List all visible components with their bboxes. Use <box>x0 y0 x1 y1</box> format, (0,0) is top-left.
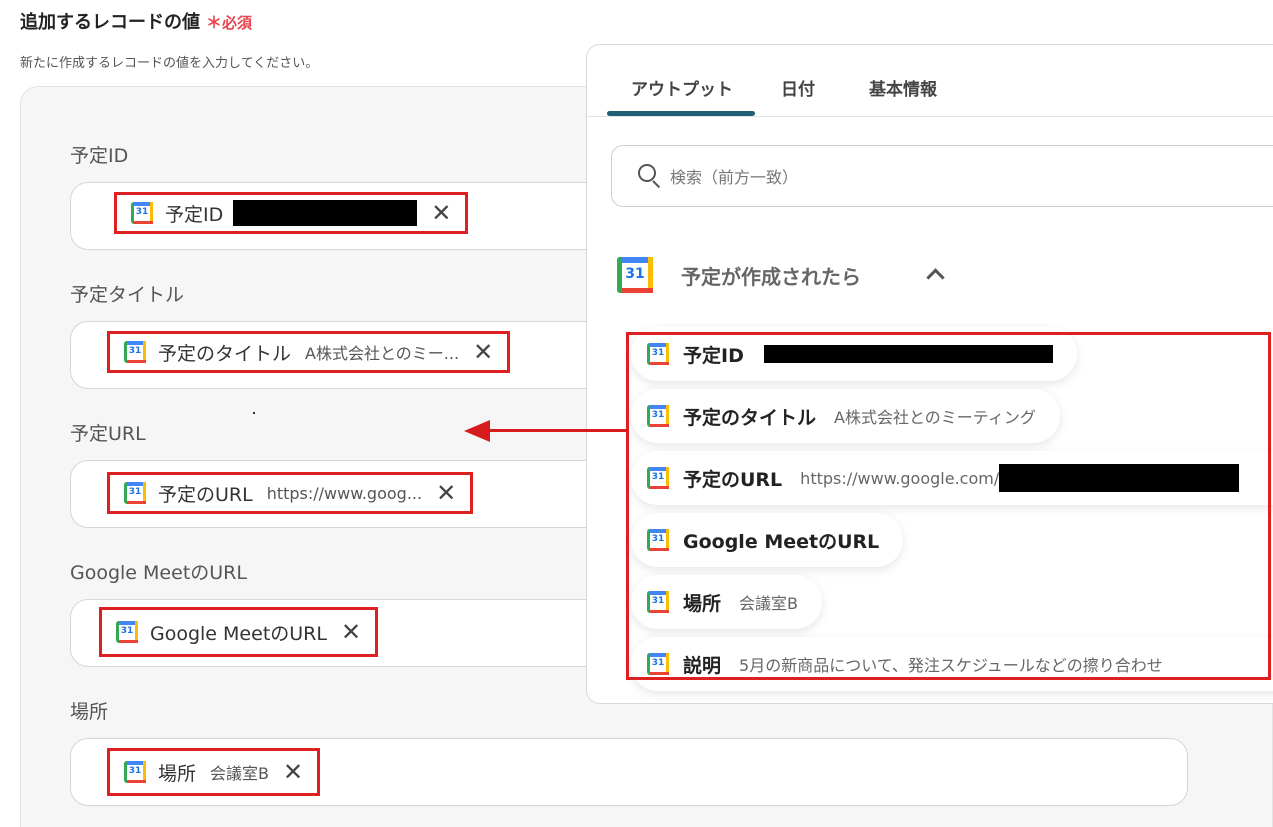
output-group-title: 予定が作成されたら <box>681 264 861 289</box>
stray-dot <box>253 412 255 414</box>
section-description: 新たに作成するレコードの値を入力してください。 <box>20 56 319 71</box>
field-label-event-id: 予定ID <box>70 145 129 167</box>
section-title: 追加するレコードの値 ＊必須 <box>20 8 252 34</box>
close-icon[interactable]: ✕ <box>436 481 456 505</box>
variable-chip-event-title[interactable]: 31 予定のタイトル A株式会社とのミー... ✕ <box>107 331 511 373</box>
field-label-meet-url: Google MeetのURL <box>70 562 247 584</box>
variable-chip-location[interactable]: 31 場所 会議室B ✕ <box>107 748 321 796</box>
field-label-location: 場所 <box>70 701 109 723</box>
chevron-up-icon[interactable] <box>926 268 945 287</box>
google-calendar-icon: 31 <box>617 257 653 293</box>
close-icon[interactable]: ✕ <box>431 201 451 225</box>
variable-chip-meet-url[interactable]: 31 Google MeetのURL ✕ <box>99 607 379 657</box>
section-title-text: 追加するレコードの値 <box>20 12 200 33</box>
redacted-value <box>233 200 418 226</box>
chip-label: 予定のURL <box>158 483 253 506</box>
chip-value: https://www.goog... <box>266 483 423 503</box>
tab-output[interactable]: アウトプット <box>631 75 733 100</box>
close-icon[interactable]: ✕ <box>283 760 303 784</box>
required-label: 必須 <box>222 14 253 32</box>
search-input[interactable]: 検索（前方一致） <box>611 145 1273 207</box>
google-calendar-icon: 31 <box>131 202 153 224</box>
field-label-event-url: 予定URL <box>70 423 146 445</box>
google-calendar-icon: 31 <box>116 621 138 643</box>
variable-chip-event-id[interactable]: 31 予定ID ✕ <box>114 192 469 234</box>
close-icon[interactable]: ✕ <box>473 340 493 364</box>
google-calendar-icon: 31 <box>124 341 146 363</box>
outputs-highlight-box <box>626 332 1271 680</box>
output-group-header[interactable]: 31 予定が作成されたら <box>617 257 945 293</box>
close-icon[interactable]: ✕ <box>341 620 361 644</box>
arrow-head <box>464 420 490 442</box>
tab-divider <box>587 116 1273 117</box>
field-label-event-title: 予定タイトル <box>70 284 185 306</box>
chip-label: Google MeetのURL <box>150 622 327 645</box>
chip-label: 予定ID <box>165 203 224 226</box>
chip-value: A株式会社とのミー... <box>305 344 460 363</box>
arrow-left-icon <box>488 429 628 432</box>
chip-label: 場所 <box>158 762 197 785</box>
google-calendar-icon: 31 <box>124 482 146 504</box>
google-calendar-icon: 31 <box>124 761 146 783</box>
search-placeholder: 検索（前方一致） <box>670 168 799 187</box>
tab-date[interactable]: 日付 <box>781 75 815 100</box>
chip-label: 予定のタイトル <box>158 342 292 365</box>
variable-chip-event-url[interactable]: 31 予定のURL https://www.goog... ✕ <box>107 472 474 514</box>
search-icon <box>638 164 662 189</box>
tab-basic-info[interactable]: 基本情報 <box>869 75 937 100</box>
required-asterisk: ＊ <box>206 13 223 32</box>
chip-value: 会議室B <box>210 764 269 783</box>
